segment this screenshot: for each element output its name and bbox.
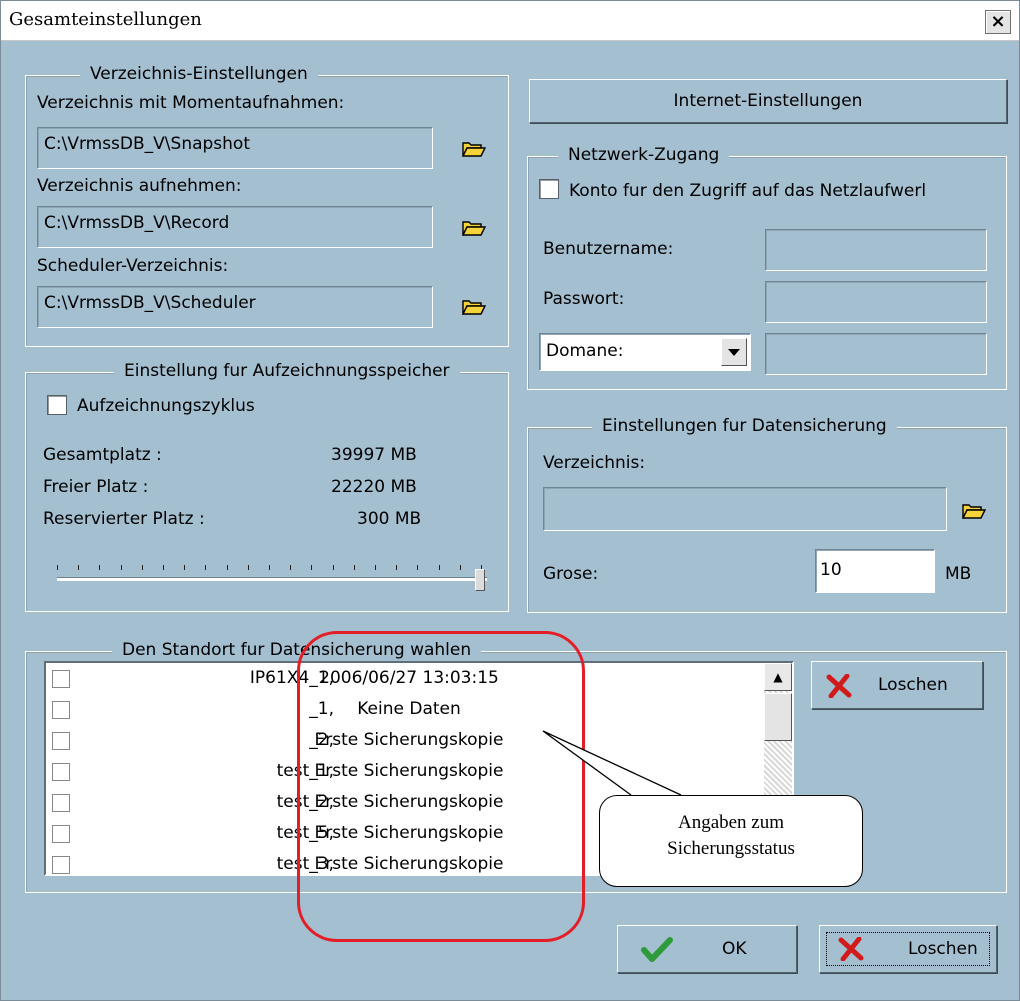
check-icon bbox=[641, 937, 673, 962]
dropdown-arrow-icon[interactable] bbox=[721, 338, 747, 366]
backup-dir-field[interactable] bbox=[543, 487, 947, 531]
reserved-space-slider[interactable] bbox=[57, 561, 487, 595]
location-delete-label: Loschen bbox=[878, 675, 948, 695]
row-status: Erste Sicherungskopie bbox=[314, 854, 504, 874]
folder-icon[interactable] bbox=[461, 218, 487, 236]
snapshot-label: Verzeichnis mit Momentaufnahmen: bbox=[37, 93, 345, 113]
slider-tick bbox=[311, 565, 312, 570]
footer-delete-button[interactable]: Loschen bbox=[819, 925, 997, 973]
row-checkbox[interactable] bbox=[52, 701, 70, 719]
footer-delete-label: Loschen bbox=[908, 939, 978, 959]
username-field[interactable] bbox=[765, 229, 987, 271]
slider-tick bbox=[417, 565, 418, 570]
password-field[interactable] bbox=[765, 281, 987, 323]
row-checkbox[interactable] bbox=[52, 856, 70, 874]
row-checkbox[interactable] bbox=[52, 732, 70, 750]
location-group-title: Den Standort fur Datensicherung wahlen bbox=[112, 640, 482, 660]
row-checkbox[interactable] bbox=[52, 670, 70, 688]
scroll-up-icon[interactable]: ▲ bbox=[764, 663, 792, 691]
internet-settings-label: Internet-Einstellungen bbox=[673, 91, 863, 111]
callout-line-2: Sicherungsstatus bbox=[667, 838, 795, 859]
slider-tick bbox=[205, 565, 206, 570]
location-delete-button[interactable]: Loschen bbox=[811, 661, 983, 709]
folder-icon[interactable] bbox=[461, 297, 487, 315]
row-status: Erste Sicherungskopie bbox=[314, 730, 504, 750]
slider-tick bbox=[333, 565, 334, 570]
slider-tick bbox=[163, 565, 164, 570]
storage-group-title: Einstellung fur Aufzeichnungsspeicher bbox=[114, 361, 460, 381]
delete-x-icon bbox=[838, 937, 864, 961]
free-space-label: Freier Platz : bbox=[43, 477, 149, 497]
row-status: Erste Sicherungskopie bbox=[314, 792, 504, 812]
row-status: Erste Sicherungskopie bbox=[314, 823, 504, 843]
slider-tick bbox=[121, 565, 122, 570]
snapshot-path-field[interactable]: C:\VrmssDB_V\Snapshot bbox=[37, 127, 433, 169]
scheduler-path-field[interactable]: C:\VrmssDB_V\Scheduler bbox=[37, 286, 433, 328]
slider-tick bbox=[354, 565, 355, 570]
slider-tick bbox=[396, 565, 397, 570]
slider-tick bbox=[375, 565, 376, 570]
slider-tick bbox=[460, 565, 461, 570]
reserved-space-value: 300 MB bbox=[357, 509, 422, 529]
list-item[interactable]: IP61X4_1, 2006/06/27 13:03:15 bbox=[46, 664, 764, 695]
ok-label: OK bbox=[722, 939, 747, 959]
close-button[interactable]: × bbox=[985, 10, 1011, 34]
reserved-space-label: Reservierter Platz : bbox=[43, 509, 205, 529]
ok-button[interactable]: OK bbox=[617, 925, 797, 973]
slider-tick bbox=[227, 565, 228, 570]
recording-cycle-label: Aufzeichnungszyklus bbox=[77, 396, 255, 416]
backup-size-label: Grose: bbox=[543, 564, 599, 584]
row-checkbox[interactable] bbox=[52, 794, 70, 812]
settings-dialog: Gesamteinstellungen × Verzeichnis-Einste… bbox=[0, 0, 1020, 1001]
folder-icon[interactable] bbox=[961, 501, 987, 519]
row-checkbox[interactable] bbox=[52, 763, 70, 781]
record-path-field[interactable]: C:\VrmssDB_V\Record bbox=[37, 206, 433, 248]
network-account-checkbox[interactable] bbox=[539, 179, 559, 199]
domain-field[interactable] bbox=[765, 333, 987, 375]
delete-x-icon bbox=[826, 674, 852, 698]
password-label: Passwort: bbox=[543, 289, 625, 309]
total-space-value: 39997 MB bbox=[331, 445, 417, 465]
slider-tick bbox=[248, 565, 249, 570]
slider-tick bbox=[269, 565, 270, 570]
total-space-label: Gesamtplatz : bbox=[43, 445, 162, 465]
domain-select[interactable]: Domane: bbox=[539, 333, 751, 371]
row-status: Erste Sicherungskopie bbox=[314, 761, 504, 781]
backup-dir-label: Verzeichnis: bbox=[543, 453, 646, 473]
row-status: 2006/06/27 13:03:15 bbox=[319, 668, 499, 688]
backup-size-unit: MB bbox=[945, 564, 972, 584]
slider-thumb[interactable] bbox=[475, 569, 485, 591]
row-checkbox[interactable] bbox=[52, 825, 70, 843]
record-label: Verzeichnis aufnehmen: bbox=[37, 176, 242, 196]
internet-settings-button[interactable]: Internet-Einstellungen bbox=[529, 79, 1007, 123]
username-label: Benutzername: bbox=[543, 239, 674, 259]
network-account-label: Konto fur den Zugriff auf das Netzlaufwe… bbox=[569, 181, 927, 201]
slider-tick bbox=[142, 565, 143, 570]
callout-line-1: Angaben zum bbox=[677, 812, 785, 833]
scheduler-label: Scheduler-Verzeichnis: bbox=[37, 256, 229, 276]
title-bar: Gesamteinstellungen × bbox=[1, 1, 1019, 41]
network-group-title: Netzwerk-Zugang bbox=[558, 145, 730, 165]
slider-tick bbox=[290, 565, 291, 570]
backup-size-input[interactable]: 10 bbox=[815, 549, 935, 593]
recording-cycle-checkbox[interactable] bbox=[47, 395, 67, 415]
slider-tick bbox=[184, 565, 185, 570]
directory-group-title: Verzeichnis-Einstellungen bbox=[80, 64, 318, 84]
backup-group-title: Einstellungen fur Datensicherung bbox=[592, 416, 897, 436]
row-status: Keine Daten bbox=[357, 699, 461, 719]
close-icon: × bbox=[990, 11, 1006, 32]
callout-box: Angaben zum Sicherungsstatus bbox=[599, 795, 863, 887]
window-title: Gesamteinstellungen bbox=[9, 9, 202, 30]
slider-tick bbox=[57, 565, 58, 570]
slider-tick bbox=[78, 565, 79, 570]
free-space-value: 22220 MB bbox=[331, 477, 417, 497]
folder-icon[interactable] bbox=[461, 139, 487, 157]
slider-tick bbox=[439, 565, 440, 570]
slider-tick bbox=[99, 565, 100, 570]
domain-option: Domane: bbox=[546, 341, 624, 361]
scrollbar-thumb[interactable] bbox=[764, 693, 792, 741]
